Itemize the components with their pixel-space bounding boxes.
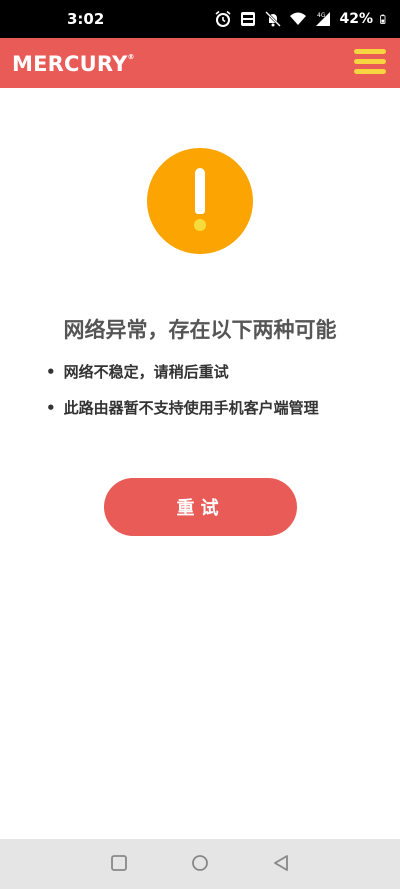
brand-registered-mark: ® xyxy=(127,53,135,61)
retry-button[interactable]: 重试 xyxy=(104,478,297,536)
alarm-icon xyxy=(215,10,231,27)
menu-line xyxy=(354,59,386,64)
reason-list: 网络不稳定，请稍后重试 此路由器暂不支持使用手机客户端管理 xyxy=(46,360,319,432)
home-icon[interactable] xyxy=(191,854,209,872)
warning-icon xyxy=(147,148,253,254)
volte-icon xyxy=(241,12,256,26)
exclamation-bar xyxy=(195,168,205,214)
wifi-icon xyxy=(290,12,307,25)
exclamation-dot xyxy=(194,219,206,231)
brand-name: MERCURY xyxy=(12,52,128,76)
signal-4g-icon: 4G xyxy=(316,12,331,26)
menu-line xyxy=(354,69,386,74)
battery-percent: 42% xyxy=(339,11,373,27)
back-icon[interactable] xyxy=(272,854,290,872)
reason-item: 此路由器暂不支持使用手机客户端管理 xyxy=(46,396,319,432)
menu-line xyxy=(354,49,386,54)
error-title: 网络异常，存在以下两种可能 xyxy=(63,318,337,342)
status-time: 3:02 xyxy=(67,10,105,28)
recent-apps-icon[interactable] xyxy=(110,854,128,872)
navigation-bar xyxy=(0,839,400,889)
reason-item: 网络不稳定，请稍后重试 xyxy=(46,360,319,396)
status-bar: 3:02 4G 42% xyxy=(0,0,400,38)
battery-icon xyxy=(380,14,386,24)
svg-text:4G: 4G xyxy=(317,12,326,19)
brand-logo: MERCURY® xyxy=(12,38,135,88)
status-icons: 4G 42% xyxy=(214,0,390,38)
mute-icon xyxy=(265,11,282,27)
app-header: MERCURY® xyxy=(0,38,400,88)
hamburger-menu-icon[interactable] xyxy=(354,49,386,77)
